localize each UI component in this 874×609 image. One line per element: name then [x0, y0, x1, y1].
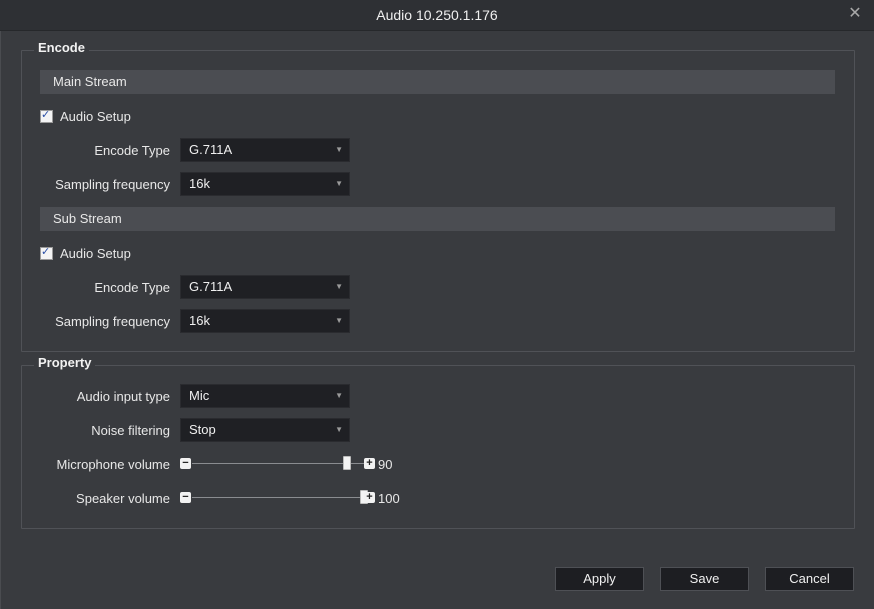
chevron-down-icon: ▼	[335, 425, 343, 434]
sub-audio-setup-checkbox[interactable]: ✓	[40, 245, 53, 260]
speaker-volume-row: Speaker volume − + 100	[22, 490, 442, 508]
noise-filtering-select[interactable]: Stop ▼	[180, 418, 350, 442]
window-title: Audio 10.250.1.176	[376, 7, 498, 23]
sub-sampling-frequency-label: Sampling frequency	[55, 314, 170, 329]
sub-encode-type-row: Encode Type G.711A ▼	[22, 275, 422, 299]
microphone-volume-label: Microphone volume	[56, 457, 170, 472]
main-sampling-frequency-label: Sampling frequency	[55, 177, 170, 192]
main-encode-type-value: G.711A	[189, 142, 233, 157]
main-encode-type-label: Encode Type	[94, 143, 170, 158]
audio-input-type-row: Audio input type Mic ▼	[22, 384, 422, 408]
title-bar: Audio 10.250.1.176 ✕	[0, 0, 874, 31]
sub-encode-type-select[interactable]: G.711A ▼	[180, 275, 350, 299]
close-icon[interactable]: ✕	[846, 5, 864, 23]
microphone-volume-thumb[interactable]	[342, 456, 351, 470]
sub-sampling-frequency-value: 16k	[189, 313, 210, 328]
checkmark-icon: ✓	[41, 108, 51, 121]
sub-audio-setup-checkbox-row[interactable]: ✓ Audio Setup	[40, 244, 131, 262]
main-stream-header: Main Stream	[40, 70, 835, 94]
chevron-down-icon: ▼	[335, 145, 343, 154]
apply-button[interactable]: Apply	[555, 567, 644, 591]
main-encode-type-row: Encode Type G.711A ▼	[22, 138, 422, 162]
speaker-volume-value: 100	[378, 491, 400, 506]
sub-sampling-frequency-select[interactable]: 16k ▼	[180, 309, 350, 333]
microphone-volume-value: 90	[378, 457, 393, 472]
main-audio-setup-label: Audio Setup	[60, 108, 131, 124]
audio-input-type-select[interactable]: Mic ▼	[180, 384, 350, 408]
audio-input-type-label: Audio input type	[76, 389, 170, 404]
audio-input-type-value: Mic	[189, 388, 210, 403]
main-encode-type-select[interactable]: G.711A ▼	[180, 138, 350, 162]
chevron-down-icon: ▼	[335, 282, 343, 291]
encode-group: Encode Main Stream ✓ Audio Setup Encode …	[21, 40, 855, 352]
speaker-volume-track[interactable]	[192, 497, 369, 498]
noise-filtering-value: Stop	[189, 422, 216, 437]
speaker-volume-minus-button[interactable]: −	[180, 492, 191, 503]
noise-filtering-label: Noise filtering	[91, 423, 170, 438]
save-button[interactable]: Save	[660, 567, 749, 591]
main-sampling-frequency-value: 16k	[189, 176, 210, 191]
main-sampling-frequency-row: Sampling frequency 16k ▼	[22, 172, 422, 196]
checkmark-icon: ✓	[41, 245, 51, 258]
microphone-volume-minus-button[interactable]: −	[180, 458, 191, 469]
chevron-down-icon: ▼	[335, 391, 343, 400]
encode-legend: Encode	[34, 40, 89, 55]
main-audio-setup-checkbox[interactable]: ✓	[40, 108, 53, 123]
property-group: Property Audio input type Mic ▼ Noise fi…	[21, 355, 855, 529]
window-left-edge	[0, 31, 1, 609]
sub-stream-header: Sub Stream	[40, 207, 835, 231]
sub-encode-type-label: Encode Type	[94, 280, 170, 295]
chevron-down-icon: ▼	[335, 316, 343, 325]
cancel-button[interactable]: Cancel	[765, 567, 854, 591]
microphone-volume-plus-button[interactable]: +	[364, 458, 375, 469]
sub-encode-type-value: G.711A	[189, 279, 233, 294]
main-sampling-frequency-select[interactable]: 16k ▼	[180, 172, 350, 196]
sub-sampling-frequency-row: Sampling frequency 16k ▼	[22, 309, 422, 333]
sub-audio-setup-label: Audio Setup	[60, 245, 131, 261]
property-legend: Property	[34, 355, 96, 370]
main-audio-setup-checkbox-row[interactable]: ✓ Audio Setup	[40, 107, 131, 125]
noise-filtering-row: Noise filtering Stop ▼	[22, 418, 422, 442]
microphone-volume-row: Microphone volume − + 90	[22, 456, 442, 474]
speaker-volume-plus-button[interactable]: +	[364, 492, 375, 503]
chevron-down-icon: ▼	[335, 179, 343, 188]
speaker-volume-label: Speaker volume	[76, 491, 170, 506]
